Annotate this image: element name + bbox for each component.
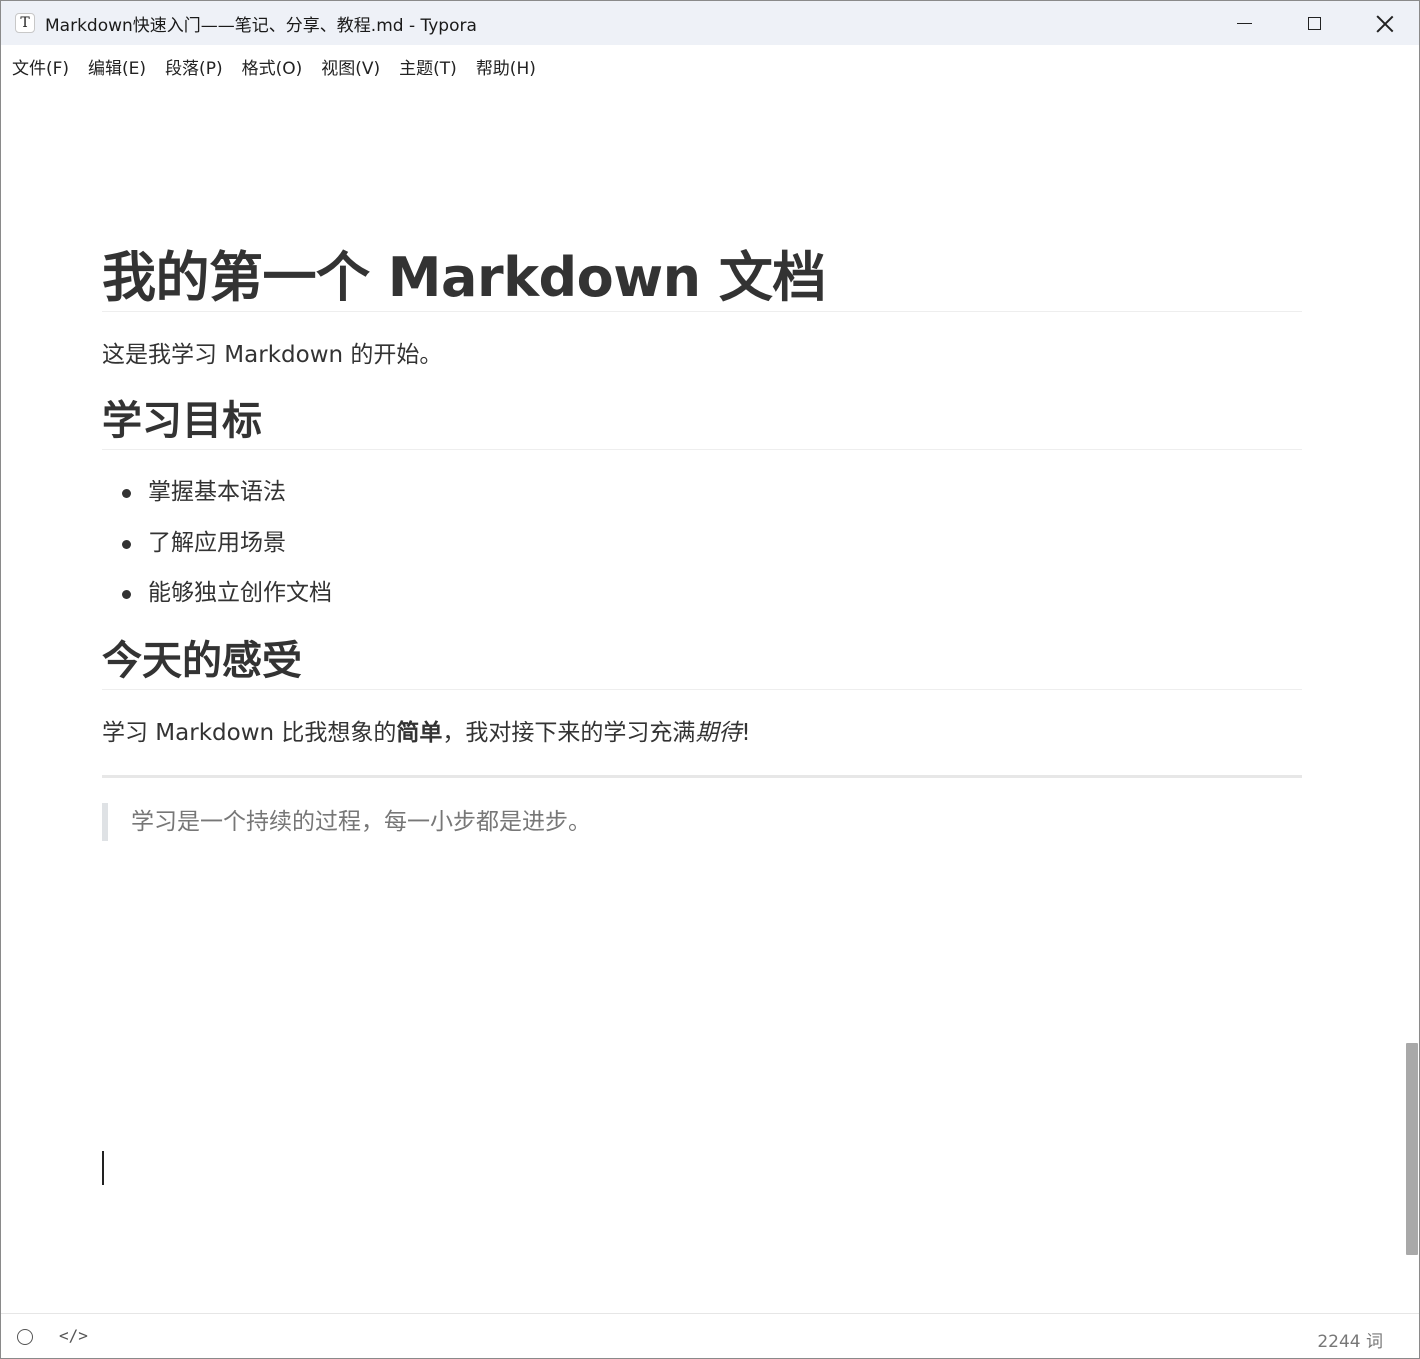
- text-run: ，我对接下来的学习充满: [442, 720, 696, 746]
- list-item[interactable]: 掌握基本语法: [102, 475, 332, 509]
- menu-format[interactable]: 格式(O): [235, 54, 310, 79]
- heading-learning-goals[interactable]: 学习目标: [102, 393, 1302, 450]
- minimize-button[interactable]: [1209, 1, 1279, 45]
- typora-window: T Markdown快速入门——笔记、分享、教程.md - Typora 文件(…: [0, 0, 1420, 1359]
- blockquote[interactable]: 学习是一个持续的过程，每一小步都是进步。: [102, 803, 591, 841]
- maximize-icon: [1307, 16, 1321, 30]
- window-controls: [1209, 1, 1419, 45]
- close-icon: [1376, 15, 1393, 32]
- menu-bar: 文件(F) 编辑(E) 段落(P) 格式(O) 视图(V) 主题(T) 帮助(H…: [1, 45, 1419, 87]
- menu-paragraph[interactable]: 段落(P): [158, 54, 230, 79]
- italic-text: 期待: [695, 720, 742, 746]
- menu-edit[interactable]: 编辑(E): [81, 54, 153, 79]
- status-bar: </> 2244 词: [1, 1313, 1419, 1358]
- text-run: 学习 Markdown 比我想象的: [102, 720, 397, 746]
- menu-file[interactable]: 文件(F): [5, 54, 76, 79]
- list-item[interactable]: 能够独立创作文档: [102, 576, 332, 610]
- bold-text: 简单: [396, 720, 443, 746]
- circle-icon[interactable]: [17, 1329, 33, 1345]
- window-title: Markdown快速入门——笔记、分享、教程.md - Typora: [45, 15, 477, 36]
- menu-theme[interactable]: 主题(T): [392, 54, 464, 79]
- close-button[interactable]: [1349, 1, 1419, 45]
- maximize-button[interactable]: [1279, 1, 1349, 45]
- source-code-icon[interactable]: </>: [59, 1326, 88, 1345]
- horizontal-rule: [102, 775, 1302, 778]
- intro-paragraph[interactable]: 这是我学习 Markdown 的开始。: [102, 338, 442, 372]
- feelings-paragraph[interactable]: 学习 Markdown 比我想象的简单，我对接下来的学习充满期待!: [102, 716, 751, 750]
- minimize-icon: [1236, 22, 1252, 24]
- vertical-scrollbar[interactable]: [1406, 1043, 1418, 1255]
- list-item[interactable]: 了解应用场景: [102, 526, 332, 560]
- editor-area[interactable]: 我的第一个 Markdown 文档 这是我学习 Markdown 的开始。 学习…: [1, 87, 1419, 1313]
- text-cursor: [102, 1151, 104, 1185]
- heading-today-feelings[interactable]: 今天的感受: [102, 633, 1302, 690]
- text-run: !: [741, 720, 751, 746]
- word-count[interactable]: 2244 词: [1317, 1327, 1383, 1352]
- title-bar: T Markdown快速入门——笔记、分享、教程.md - Typora: [1, 1, 1419, 45]
- menu-view[interactable]: 视图(V): [314, 54, 387, 79]
- document-heading-1[interactable]: 我的第一个 Markdown 文档: [102, 245, 1302, 312]
- goals-list: 掌握基本语法 了解应用场景 能够独立创作文档: [102, 475, 332, 627]
- menu-help[interactable]: 帮助(H): [469, 54, 543, 79]
- typora-app-icon: T: [15, 13, 35, 33]
